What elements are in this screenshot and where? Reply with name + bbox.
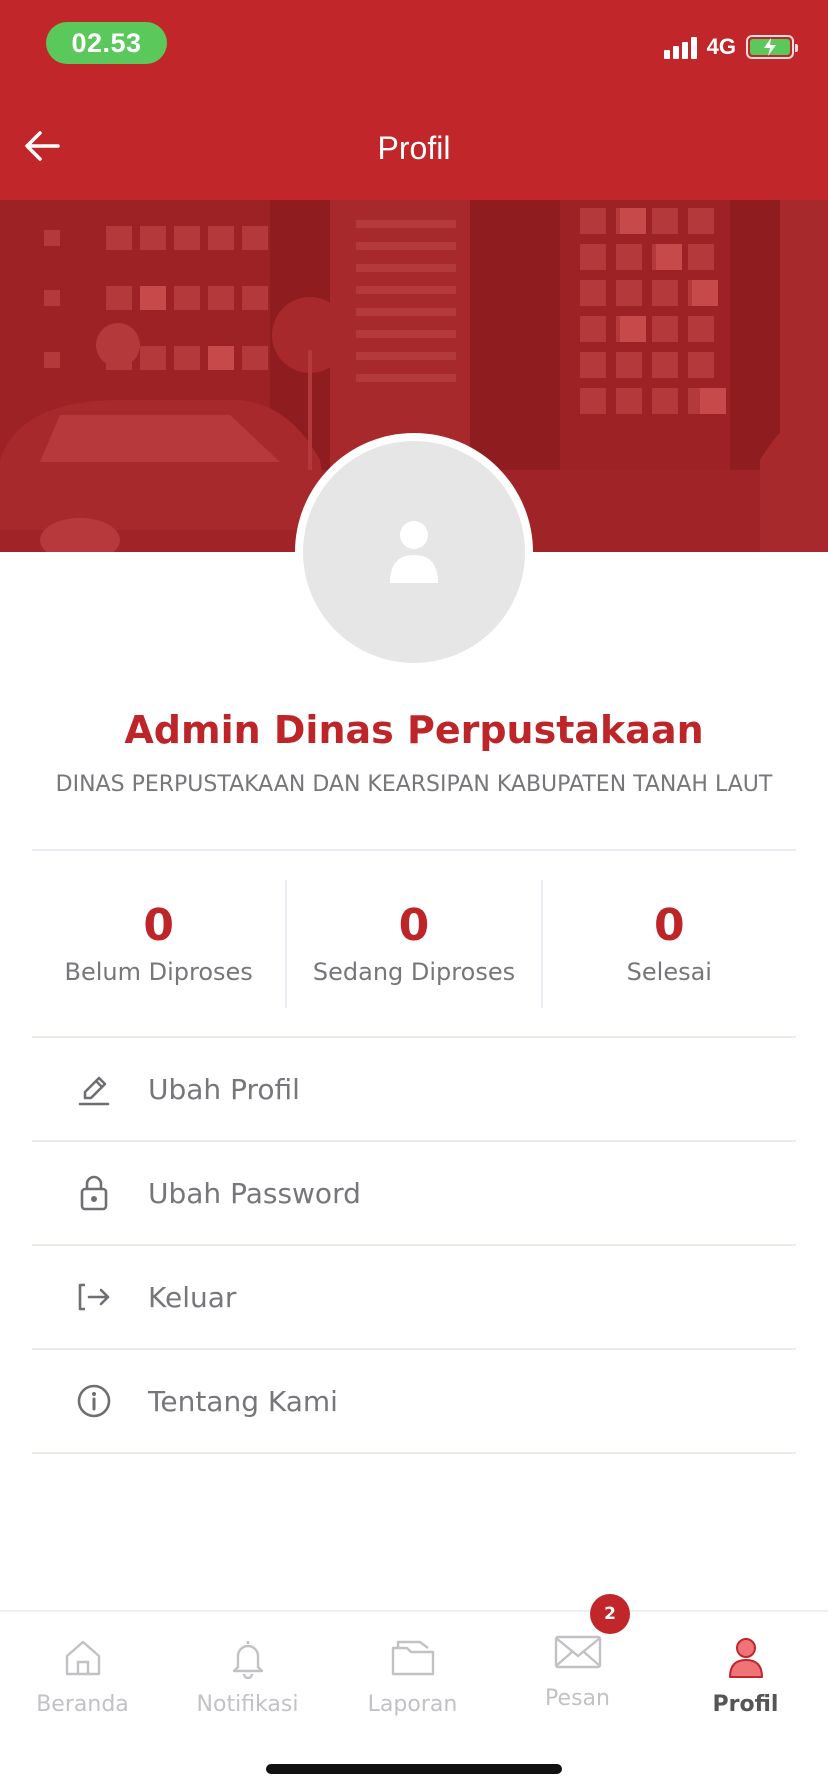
pencil-icon: [70, 1065, 118, 1113]
menu-item-keluar[interactable]: Keluar: [32, 1246, 796, 1350]
nav-item-beranda[interactable]: Beranda: [0, 1612, 165, 1722]
stat-value: 0: [398, 899, 430, 951]
menu-item-ubah-password[interactable]: Ubah Password: [32, 1142, 796, 1246]
stat-label: Selesai: [626, 958, 712, 987]
avatar[interactable]: [295, 433, 533, 671]
mail-icon: [553, 1628, 603, 1676]
menu-item-ubah-profil[interactable]: Ubah Profil: [32, 1038, 796, 1142]
stat-label: Belum Diproses: [64, 958, 253, 987]
message-count-badge: 2: [590, 1594, 630, 1634]
nav-item-notifikasi[interactable]: Notifikasi: [165, 1612, 330, 1722]
nav-item-laporan[interactable]: Laporan: [330, 1612, 495, 1722]
app-header: 02.53 4G Profil: [0, 0, 828, 200]
stat-value: 0: [654, 899, 685, 951]
profile-name: Admin Dinas Perpustakaan: [124, 708, 704, 752]
lock-icon: [70, 1169, 118, 1217]
profile-menu: Ubah Profil Ubah Password Keluar Tentang…: [32, 1038, 796, 1454]
nav-label: Profil: [712, 1692, 779, 1717]
nav-label: Beranda: [36, 1692, 129, 1717]
bell-icon: [230, 1634, 266, 1682]
logout-icon: [70, 1273, 118, 1321]
nav-label: Notifikasi: [196, 1692, 299, 1717]
report-stats: 0 Belum Diproses 0 Sedang Diproses 0 Sel…: [32, 880, 796, 1008]
battery-icon: [746, 35, 798, 59]
stat-belum-diproses[interactable]: 0 Belum Diproses: [32, 880, 288, 1008]
info-icon: [70, 1377, 118, 1425]
menu-label: Ubah Password: [148, 1176, 361, 1210]
stat-label: Sedang Diproses: [312, 958, 516, 987]
menu-label: Ubah Profil: [148, 1072, 300, 1106]
signal-icon: [663, 35, 697, 59]
menu-item-tentang-kami[interactable]: Tentang Kami: [32, 1350, 796, 1454]
user-icon: [728, 1634, 764, 1682]
home-indicator[interactable]: [266, 1764, 562, 1774]
menu-label: Keluar: [148, 1280, 237, 1314]
nav-item-pesan[interactable]: Pesan: [495, 1612, 660, 1722]
profile-agency: DINAS PERPUSTAKAAN DAN KEARSIPAN KABUPAT…: [55, 772, 773, 797]
network-type: 4G: [706, 34, 736, 59]
stat-sedang-diproses[interactable]: 0 Sedang Diproses: [287, 880, 543, 1008]
folder-icon: [390, 1634, 436, 1682]
divider: [32, 849, 796, 851]
menu-label: Tentang Kami: [148, 1384, 338, 1418]
status-time: 02.53: [46, 22, 167, 64]
page-title: Profil: [377, 130, 451, 166]
stat-value: 0: [143, 899, 174, 951]
nav-label: Pesan: [545, 1686, 610, 1711]
stat-selesai[interactable]: 0 Selesai: [543, 880, 796, 1008]
nav-label: Laporan: [367, 1692, 458, 1717]
nav-item-profil[interactable]: Profil: [663, 1612, 828, 1722]
home-icon: [63, 1634, 103, 1682]
user-icon: [390, 521, 438, 583]
status-indicators: 4G: [663, 34, 798, 60]
